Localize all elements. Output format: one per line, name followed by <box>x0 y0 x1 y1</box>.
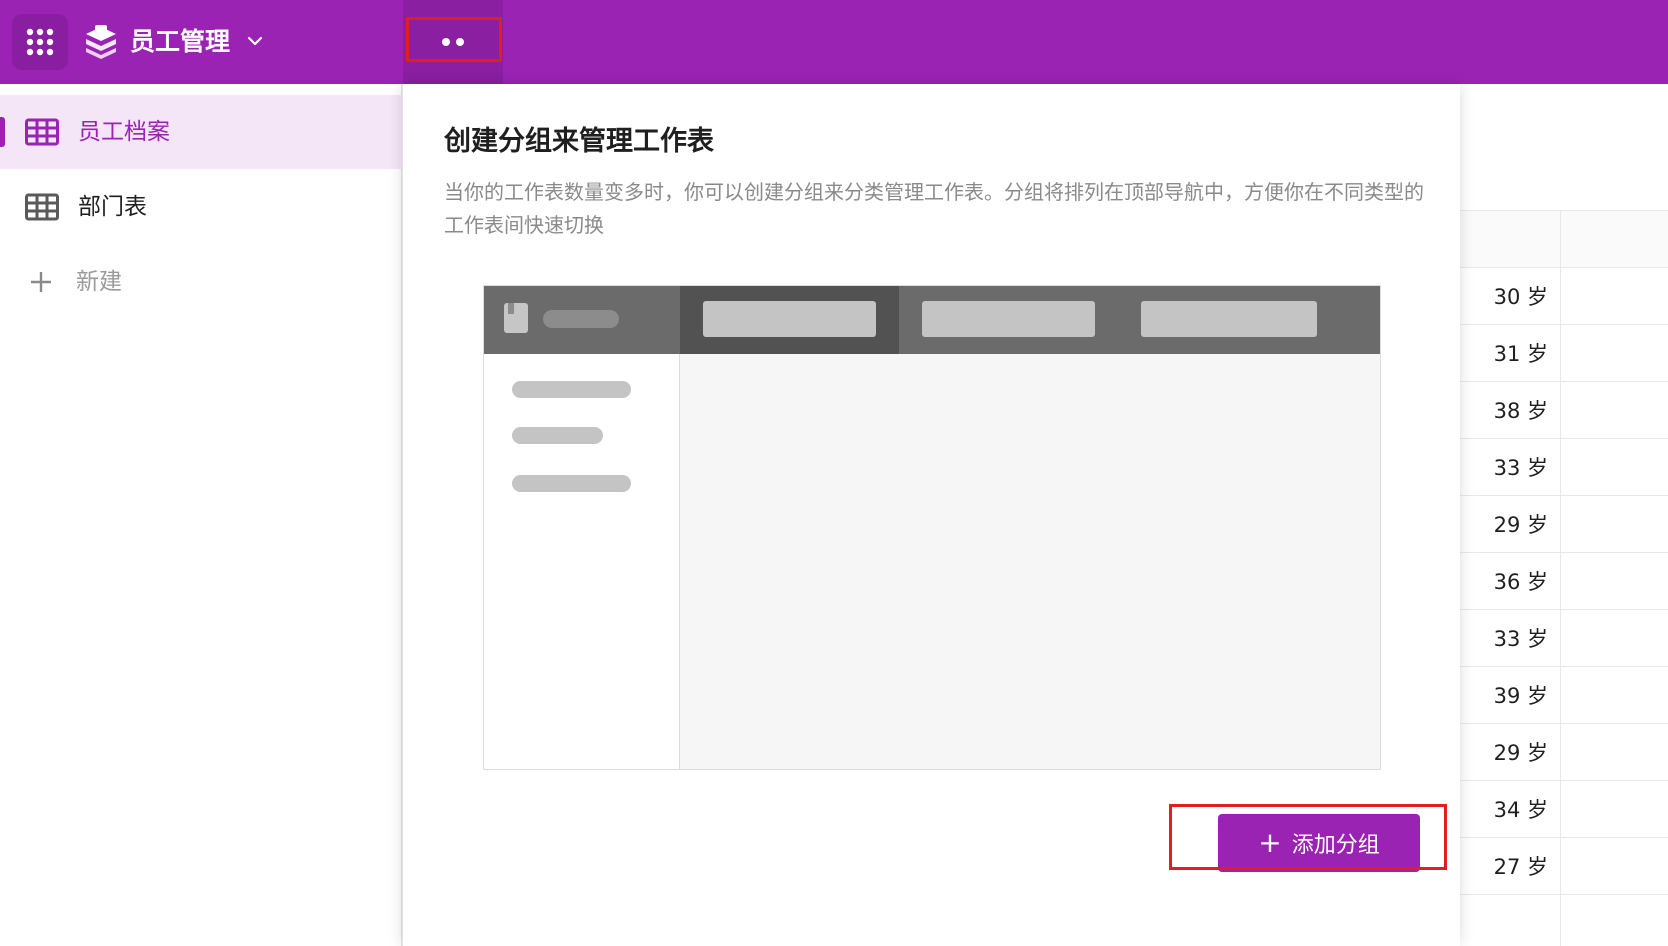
plus-icon <box>31 272 51 292</box>
table-row[interactable]: 33 岁 <box>1460 610 1668 667</box>
table-row[interactable]: 29 岁 <box>1460 496 1668 553</box>
table-header <box>1460 210 1668 268</box>
table-row[interactable]: 33 岁 <box>1460 439 1668 496</box>
sidebar: 员工档案 部门表 新建 <box>0 84 402 946</box>
sidebar-item-employee-records[interactable]: 员工档案 <box>0 95 402 169</box>
age-cell: 27 岁 <box>1493 855 1548 879</box>
age-cell: 39 岁 <box>1493 684 1548 708</box>
app-switcher-button[interactable] <box>12 14 68 70</box>
more-dots-icon <box>442 38 450 46</box>
age-cell: 34 岁 <box>1493 798 1548 822</box>
age-cell: 33 岁 <box>1493 627 1548 651</box>
table-icon <box>25 118 59 146</box>
sidebar-new-label: 新建 <box>76 269 122 295</box>
table-row[interactable]: 30 岁 <box>1460 268 1668 325</box>
table-row[interactable]: 29 岁 <box>1460 724 1668 781</box>
group-onboarding-panel: 创建分组来管理工作表 当你的工作表数量变多时，你可以创建分组来分类管理工作表。分… <box>402 84 1460 946</box>
sidebar-new-button[interactable]: 新建 <box>0 245 402 319</box>
add-group-label: 添加分组 <box>1291 833 1380 858</box>
age-cell: 29 岁 <box>1493 513 1548 537</box>
panel-description: 当你的工作表数量变多时，你可以创建分组来分类管理工作表。分组将排列在顶部导航中，… <box>444 180 1424 237</box>
more-groups-button[interactable] <box>403 0 503 84</box>
plus-icon: + <box>1258 826 1282 859</box>
table-row[interactable]: 38 岁 <box>1460 382 1668 439</box>
app-grid-icon <box>26 28 54 56</box>
sidebar-item-label: 部门表 <box>78 194 147 220</box>
app-title[interactable]: 员工管理 <box>130 24 230 60</box>
chevron-down-icon[interactable] <box>244 30 266 52</box>
book-icon <box>504 303 528 333</box>
panel-title: 创建分组来管理工作表 <box>444 126 714 157</box>
table-row[interactable]: 31 岁 <box>1460 325 1668 382</box>
table-icon <box>25 193 59 221</box>
table-row[interactable]: 36 岁 <box>1460 553 1668 610</box>
age-cell: 31 岁 <box>1493 342 1548 366</box>
top-bar: 员工管理 <box>0 0 1668 84</box>
add-group-button[interactable]: + 添加分组 <box>1218 814 1420 872</box>
sidebar-item-label: 员工档案 <box>78 119 170 145</box>
table-row[interactable]: 34 岁 <box>1460 781 1668 838</box>
table-row[interactable]: 27 岁 <box>1460 838 1668 895</box>
age-cell: 38 岁 <box>1493 399 1548 423</box>
age-cell: 30 岁 <box>1493 285 1548 309</box>
age-cell: 36 岁 <box>1493 570 1548 594</box>
layers-logo-icon <box>86 25 116 59</box>
age-cell: 29 岁 <box>1493 741 1548 765</box>
sidebar-item-departments[interactable]: 部门表 <box>0 170 402 244</box>
table-row[interactable]: 39 岁 <box>1460 667 1668 724</box>
age-cell: 33 岁 <box>1493 456 1548 480</box>
group-navigation-illustration <box>483 285 1381 770</box>
background-table: 30 岁 31 岁 38 岁 33 岁 29 岁 36 岁 33 岁 39 岁 … <box>1460 84 1668 946</box>
